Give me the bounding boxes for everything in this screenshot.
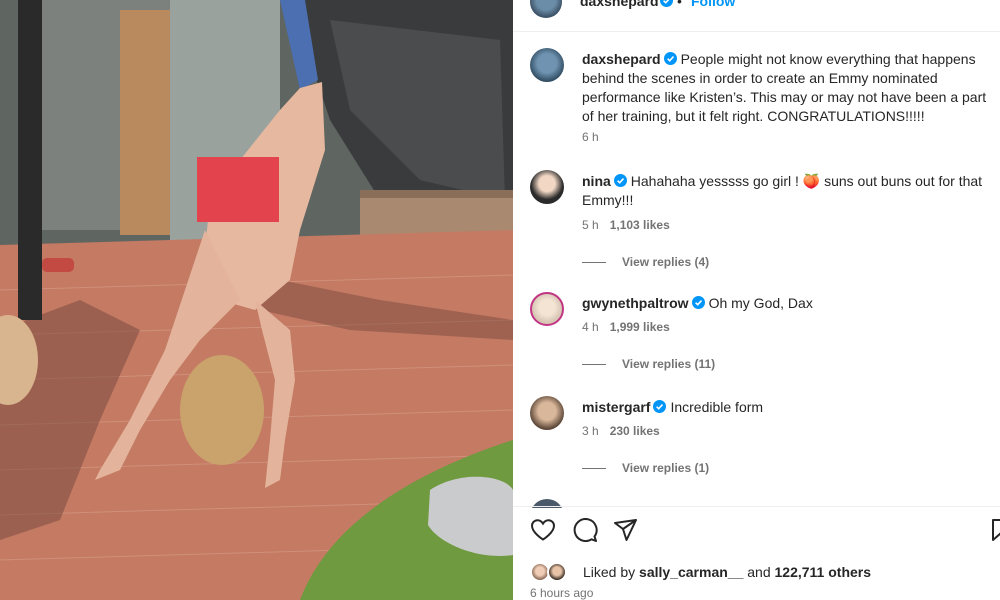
verified-badge-icon bbox=[663, 52, 677, 65]
post-photo[interactable] bbox=[0, 0, 513, 600]
liked-by-count[interactable]: 122,711 others bbox=[775, 564, 872, 580]
caption-avatar[interactable] bbox=[530, 48, 564, 82]
comment-likes[interactable]: 1,103 likes bbox=[610, 218, 670, 232]
comment-icon[interactable] bbox=[572, 518, 598, 542]
caption-time[interactable]: 6 h bbox=[582, 130, 599, 144]
comment-text: Oh my God, Dax bbox=[708, 295, 813, 311]
follow-button[interactable]: Follow bbox=[691, 0, 735, 9]
comment-avatar[interactable] bbox=[530, 396, 564, 430]
photo-scene bbox=[0, 0, 513, 600]
replies-line bbox=[582, 364, 606, 366]
liked-by-user[interactable]: sally_carman__ bbox=[639, 564, 743, 580]
comment-text: Incredible form bbox=[670, 399, 764, 415]
author-username[interactable]: daxshepard bbox=[580, 0, 659, 9]
header-divider bbox=[513, 31, 1000, 32]
verified-badge-icon bbox=[653, 400, 667, 413]
author-avatar[interactable] bbox=[530, 0, 562, 18]
comment-meta: 3 h 230 likes bbox=[582, 424, 671, 438]
actions-divider bbox=[513, 506, 1000, 507]
comment-meta: 4 h 1,999 likes bbox=[582, 320, 681, 334]
liker-avatar[interactable] bbox=[547, 562, 567, 582]
verified-badge-icon bbox=[691, 296, 705, 309]
comment-time[interactable]: 5 h bbox=[582, 218, 599, 232]
liked-by-middle: and bbox=[743, 564, 775, 580]
view-replies-label[interactable]: View replies (11) bbox=[622, 357, 715, 371]
verified-badge-icon bbox=[613, 174, 627, 187]
bookmark-icon[interactable] bbox=[991, 518, 1000, 542]
caption-username[interactable]: daxshepard bbox=[582, 51, 661, 67]
comment-likes[interactable]: 230 likes bbox=[610, 424, 660, 438]
replies-line bbox=[582, 468, 606, 470]
share-icon[interactable] bbox=[613, 518, 639, 542]
post-time-ago[interactable]: 6 hours ago bbox=[530, 586, 593, 600]
comment-time[interactable]: 3 h bbox=[582, 424, 599, 438]
comment-avatar[interactable] bbox=[530, 292, 564, 326]
comment-text: Hahahaha yesssss go girl ! 🍑 suns out bu… bbox=[582, 173, 983, 208]
separator-dot: • bbox=[677, 0, 682, 9]
heart-icon[interactable] bbox=[530, 518, 556, 542]
comment-username[interactable]: nina bbox=[582, 173, 611, 189]
view-replies-label[interactable]: View replies (1) bbox=[622, 461, 709, 475]
replies-line bbox=[582, 262, 606, 264]
comment-likes[interactable]: 1,999 likes bbox=[610, 320, 670, 334]
comment-avatar[interactable] bbox=[530, 170, 564, 204]
view-replies-button[interactable]: View replies (11) bbox=[582, 357, 715, 371]
caption-meta: 6 h bbox=[582, 130, 610, 144]
liked-by: Liked by sally_carman__ and 122,711 othe… bbox=[530, 562, 990, 584]
view-replies-button[interactable]: View replies (1) bbox=[582, 461, 709, 475]
liked-by-prefix: Liked by bbox=[583, 564, 640, 580]
censor-block bbox=[197, 157, 279, 222]
view-replies-label[interactable]: View replies (4) bbox=[622, 255, 709, 269]
comment-time[interactable]: 4 h bbox=[582, 320, 599, 334]
post-actions bbox=[513, 514, 1000, 550]
post-header: daxshepard • Follow bbox=[513, 0, 1000, 18]
comment-panel: daxshepard • Follow daxshepard People mig… bbox=[513, 0, 1000, 600]
verified-badge-icon bbox=[660, 0, 673, 7]
comment-username[interactable]: gwynethpaltrow bbox=[582, 295, 689, 311]
comment-username[interactable]: mistergarf bbox=[582, 399, 650, 415]
view-replies-button[interactable]: View replies (4) bbox=[582, 255, 709, 269]
comment-meta: 5 h 1,103 likes bbox=[582, 218, 681, 232]
